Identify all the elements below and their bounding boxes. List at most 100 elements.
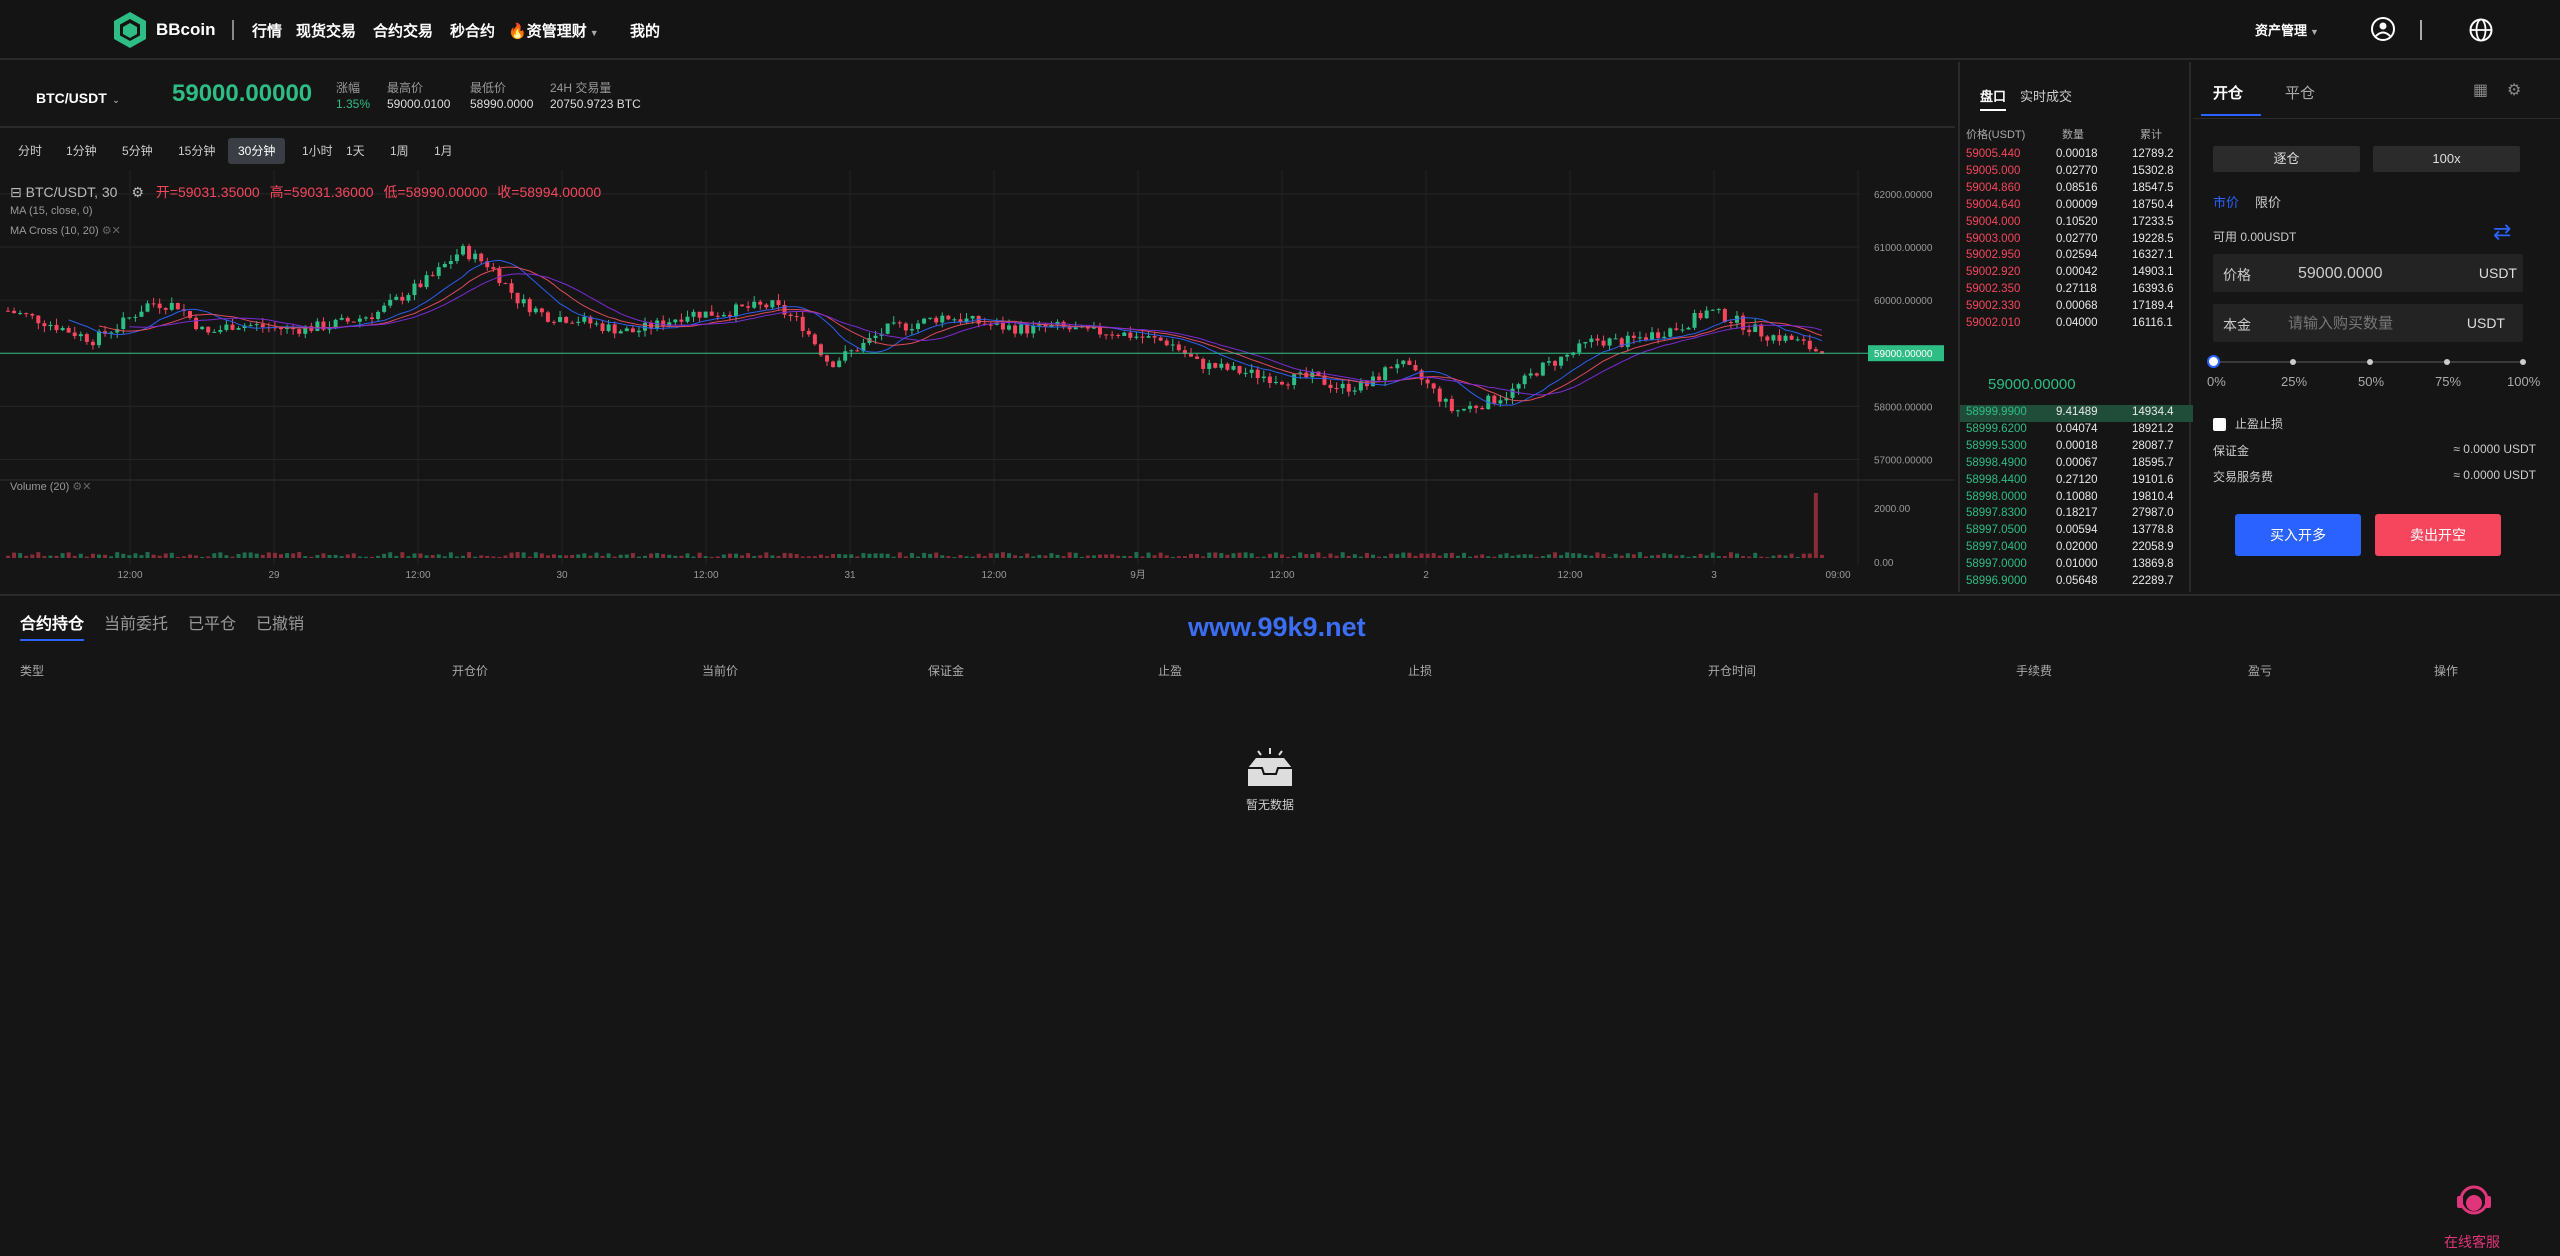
candle-body xyxy=(1158,337,1163,341)
ask-row[interactable]: 59003.000 0.02770 19228.5 xyxy=(1960,232,2193,249)
volume-bar xyxy=(1522,554,1527,558)
amount-input[interactable] xyxy=(2288,310,2458,336)
slider-stop-25[interactable] xyxy=(2290,359,2296,365)
x-tick-label: 3 xyxy=(1711,570,1717,581)
candle-body xyxy=(230,324,235,330)
chart-svg[interactable]: 59000.00000 62000.00000 61000.00000 60000.0… xyxy=(0,170,1955,590)
volume-bar xyxy=(1201,556,1206,558)
ask-row[interactable]: 59002.920 0.00042 14903.1 xyxy=(1960,265,2193,282)
slider-stop-75[interactable] xyxy=(2444,359,2450,365)
order-type-limit[interactable]: 限价 xyxy=(2255,192,2281,211)
bid-row[interactable]: 58998.4400 0.27120 19101.6 xyxy=(1960,473,2193,490)
bid-row[interactable]: 58998.0000 0.10080 19810.4 xyxy=(1960,490,2193,507)
tab-orderbook[interactable]: 盘口 xyxy=(1980,86,2007,111)
support-icon[interactable] xyxy=(2452,1180,2496,1222)
slider-stop-50[interactable] xyxy=(2367,359,2373,365)
tab-open-orders[interactable]: 当前委托 xyxy=(104,610,168,634)
volume-bar xyxy=(479,555,484,558)
ask-row[interactable]: 59002.330 0.00068 17189.4 xyxy=(1960,299,2193,316)
close-icon[interactable]: ✕ xyxy=(112,225,121,237)
nav-seconds[interactable]: 秒合约 xyxy=(450,20,495,41)
volume-bar xyxy=(133,553,138,558)
tf-15m[interactable]: 15分钟 xyxy=(168,138,225,164)
bid-row[interactable]: 58996.9000 0.05648 22289.7 xyxy=(1960,574,2193,591)
price-chart[interactable]: 59000.00000 62000.00000 61000.00000 60000.0… xyxy=(0,170,1955,590)
candle-body xyxy=(254,324,259,326)
ask-row[interactable]: 59002.010 0.04000 16116.1 xyxy=(1960,316,2193,333)
order-type-market[interactable]: 市价 xyxy=(2213,192,2239,211)
ask-row[interactable]: 59005.440 0.00018 12789.2 xyxy=(1960,147,2193,164)
bid-row[interactable]: 58999.9900 9.41489 14934.4 xyxy=(1960,405,2193,422)
volume-bar xyxy=(1413,555,1418,558)
bid-qty: 0.02000 xyxy=(2056,541,2098,554)
slider-stop-100[interactable] xyxy=(2520,359,2526,365)
calculator-icon[interactable]: ▦ xyxy=(2473,80,2488,100)
tab-open[interactable]: 开仓 xyxy=(2213,82,2243,103)
volume-bar xyxy=(1759,556,1764,558)
bid-row[interactable]: 58997.0000 0.01000 13869.8 xyxy=(1960,557,2193,574)
ask-row[interactable]: 59004.640 0.00009 18750.4 xyxy=(1960,198,2193,215)
tf-5m[interactable]: 5分钟 xyxy=(112,138,163,164)
price-field[interactable]: 价格 59000.0000 USDT xyxy=(2213,254,2523,292)
candle-body xyxy=(351,321,356,323)
volume-bar xyxy=(1637,552,1642,558)
amount-field[interactable]: 本金 USDT xyxy=(2213,304,2523,342)
settings-icon[interactable]: ⚙ xyxy=(102,225,112,237)
tf-line[interactable]: 分时 xyxy=(8,138,52,164)
slider-handle[interactable] xyxy=(2207,355,2220,368)
settings-icon[interactable]: ⚙ xyxy=(72,481,82,493)
bid-row[interactable]: 58998.4900 0.00067 18595.7 xyxy=(1960,456,2193,473)
ask-row[interactable]: 59004.860 0.08516 18547.5 xyxy=(1960,181,2193,198)
transfer-icon[interactable]: ⇄ xyxy=(2493,219,2511,245)
tab-cancelled[interactable]: 已撤销 xyxy=(256,610,304,634)
tf-1m[interactable]: 1分钟 xyxy=(56,138,107,164)
volume-bar xyxy=(1553,552,1557,558)
support-label[interactable]: 在线客服 xyxy=(2444,1232,2500,1252)
candle-body xyxy=(412,283,417,296)
tf-1M[interactable]: 1月 xyxy=(424,138,463,164)
candle-body xyxy=(48,324,53,327)
volume-bar xyxy=(521,552,526,558)
tf-1w[interactable]: 1周 xyxy=(380,138,419,164)
sell-short-button[interactable]: 卖出开空 xyxy=(2375,514,2501,556)
tab-close[interactable]: 平仓 xyxy=(2285,82,2315,103)
bid-row[interactable]: 58997.0400 0.02000 22058.9 xyxy=(1960,540,2193,557)
settings-icon[interactable]: ⚙ xyxy=(131,184,144,200)
y-tick-label: 57000.00000 xyxy=(1874,455,1933,466)
ask-row[interactable]: 59002.950 0.02594 16327.1 xyxy=(1960,248,2193,265)
ask-row[interactable]: 59004.000 0.10520 17233.5 xyxy=(1960,215,2193,232)
bid-row[interactable]: 58999.5300 0.00018 28087.7 xyxy=(1960,439,2193,456)
bid-row[interactable]: 58997.8300 0.18217 27987.0 xyxy=(1960,506,2193,523)
volume-bar xyxy=(582,553,587,558)
leverage-button[interactable]: 100x xyxy=(2373,146,2520,172)
candle-body xyxy=(430,275,435,277)
tab-closed[interactable]: 已平仓 xyxy=(188,610,236,634)
pair-selector[interactable]: BTC/USDT ⌄ xyxy=(36,90,120,106)
nav-mine[interactable]: 我的 xyxy=(630,20,660,41)
nav-spot[interactable]: 现货交易 xyxy=(296,20,356,41)
nav-wealth[interactable]: 🔥资管理财 ▼ xyxy=(508,20,599,41)
gear-icon[interactable]: ⚙ xyxy=(2507,80,2521,100)
volume-bar xyxy=(1067,552,1072,558)
bid-row[interactable]: 58999.6200 0.04074 18921.2 xyxy=(1960,422,2193,439)
nav-market[interactable]: 行情 xyxy=(252,20,282,41)
tf-1d[interactable]: 1天 xyxy=(336,138,375,164)
tab-trades[interactable]: 实时成交 xyxy=(2020,86,2072,105)
close-icon[interactable]: ✕ xyxy=(82,481,91,493)
globe-icon[interactable] xyxy=(2468,17,2494,43)
candle-body xyxy=(1395,364,1400,369)
user-icon[interactable] xyxy=(2370,16,2396,42)
tf-30m[interactable]: 30分钟 xyxy=(228,138,286,164)
tab-positions[interactable]: 合约持仓 xyxy=(20,610,85,641)
asset-menu[interactable]: 资产管理 ▼ xyxy=(2255,20,2319,39)
chart-collapse-icon[interactable]: ⊟ xyxy=(10,184,22,200)
nav-futures[interactable]: 合约交易 xyxy=(373,20,433,41)
volume-bar xyxy=(454,556,459,558)
buy-long-button[interactable]: 买入开多 xyxy=(2235,514,2361,556)
tpsl-checkbox[interactable] xyxy=(2213,418,2226,431)
bid-row[interactable]: 58997.0500 0.00594 13778.8 xyxy=(1960,523,2193,540)
brand-logo[interactable]: BBcoin xyxy=(112,10,216,50)
ask-row[interactable]: 59002.350 0.27118 16393.6 xyxy=(1960,282,2193,299)
margin-mode-button[interactable]: 逐仓 xyxy=(2213,146,2360,172)
ask-row[interactable]: 59005.000 0.02770 15302.8 xyxy=(1960,164,2193,181)
